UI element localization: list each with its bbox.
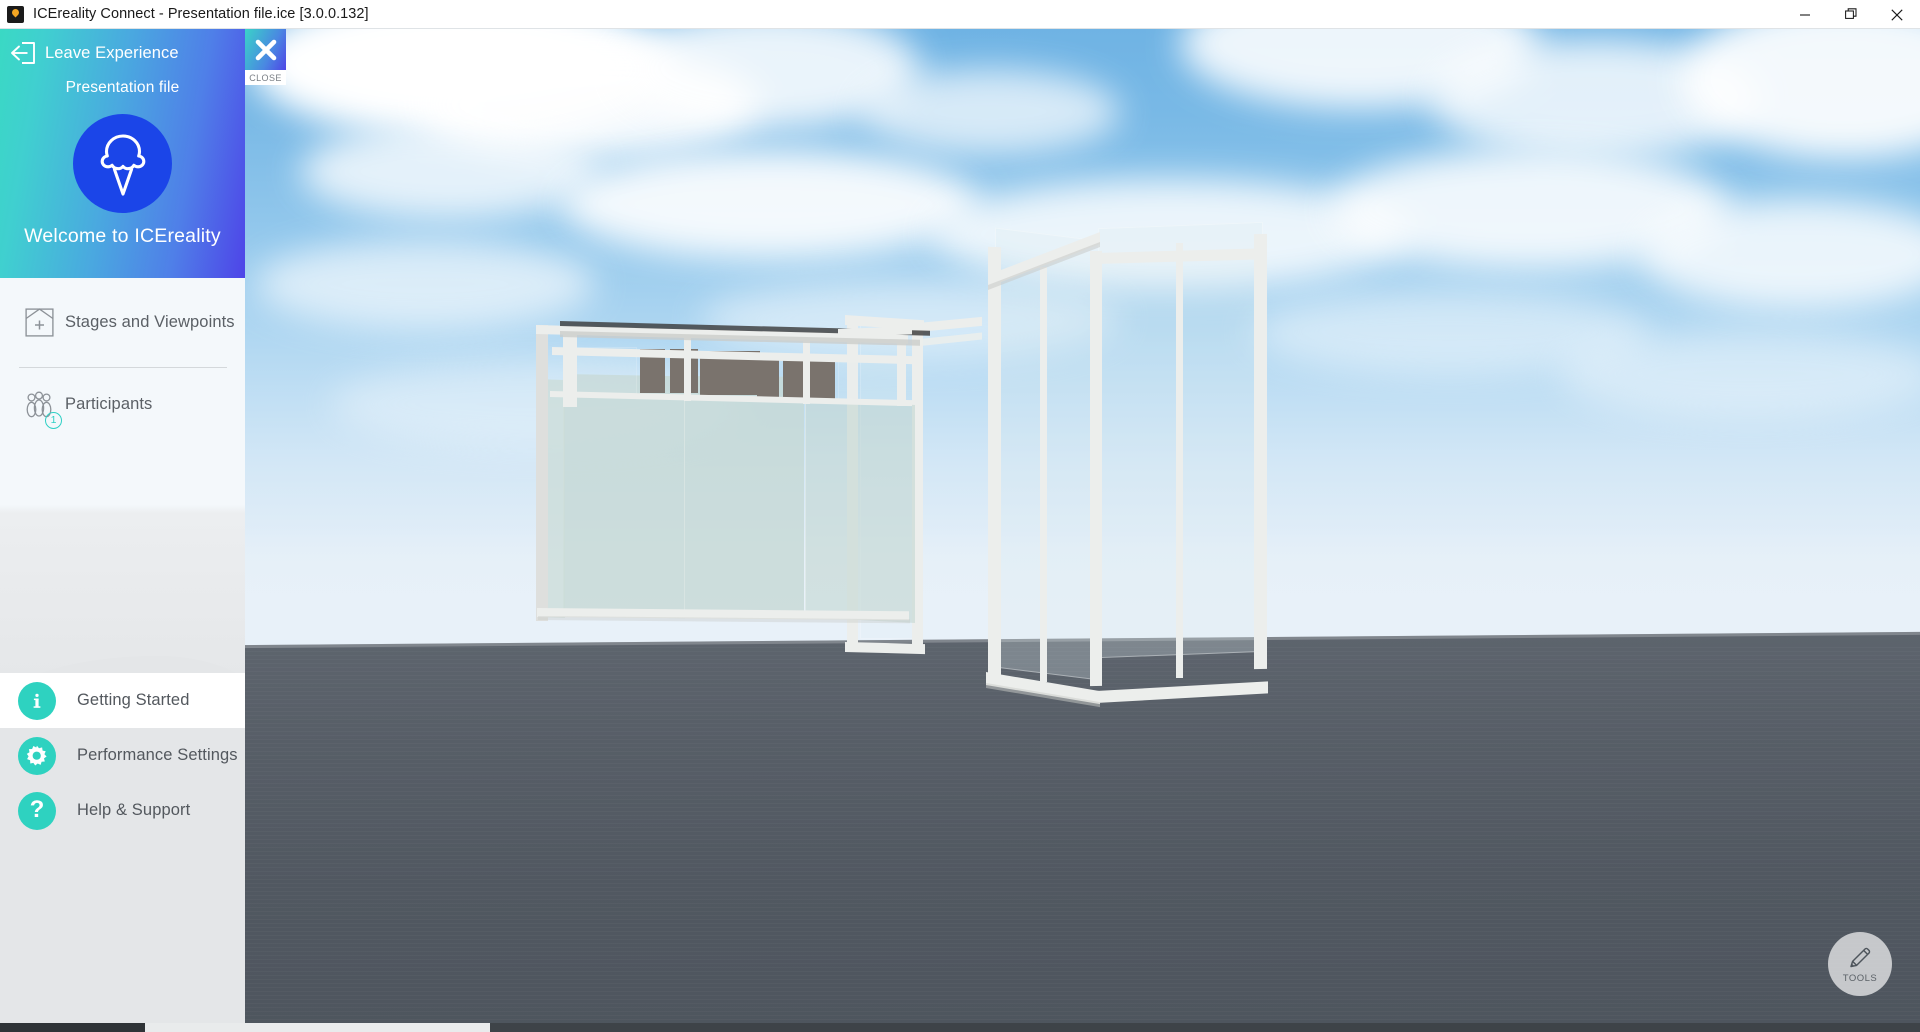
- restore-button[interactable]: [1828, 0, 1874, 29]
- question-icon: ?: [18, 791, 56, 830]
- sidebar-item-help-and-support[interactable]: ? Help & Support: [0, 783, 245, 838]
- sidebar-divider: [19, 367, 227, 368]
- info-icon: [18, 681, 56, 720]
- close-label: CLOSE: [245, 70, 286, 85]
- exit-arrow-icon: [11, 42, 35, 64]
- minimize-button[interactable]: [1782, 0, 1828, 29]
- scrollbar-track-left: [0, 1023, 145, 1032]
- leave-experience-label: Leave Experience: [45, 43, 179, 62]
- gear-icon: [18, 736, 56, 775]
- sidebar-item-label: Getting Started: [77, 691, 190, 709]
- sidebar-item-label: Help & Support: [77, 801, 191, 819]
- ground-texture: [0, 647, 1920, 1032]
- close-window-button[interactable]: [1874, 0, 1920, 29]
- cloud: [860, 69, 1120, 154]
- 3d-viewport[interactable]: TOOLS: [0, 29, 1920, 1032]
- x-icon[interactable]: [245, 29, 286, 70]
- sidebar: Leave Experience Presentation file Welco…: [0, 29, 245, 1032]
- location-pin-icon: [7, 5, 24, 23]
- stage-add-icon: [19, 303, 59, 341]
- window-controls: [1782, 0, 1920, 29]
- bottom-scrollbar[interactable]: [0, 1023, 1920, 1032]
- presentation-file-label: Presentation file: [65, 79, 180, 96]
- cloud: [560, 149, 980, 259]
- sidebar-item-label: Participants: [65, 395, 153, 413]
- sidebar-item-stages-and-viewpoints[interactable]: Stages and Viewpoints: [0, 293, 245, 351]
- window-title: ICEreality Connect - Presentation file.i…: [33, 6, 369, 22]
- cloud: [255, 239, 595, 329]
- sidebar-item-getting-started[interactable]: Getting Started: [0, 673, 245, 728]
- close-panel-widget[interactable]: CLOSE: [245, 29, 286, 85]
- cloud: [1560, 329, 1920, 419]
- leave-experience-button[interactable]: Leave Experience: [10, 35, 235, 71]
- tools-button[interactable]: TOOLS: [1828, 932, 1892, 996]
- participants-icon: 1: [19, 386, 62, 429]
- title-bar: ICEreality Connect - Presentation file.i…: [0, 0, 1920, 29]
- sidebar-item-label: Stages and Viewpoints: [65, 312, 235, 331]
- ice-cream-cone-icon: [73, 114, 172, 213]
- scrollbar-thumb[interactable]: [145, 1023, 490, 1032]
- cloud: [300, 124, 600, 219]
- sidebar-item-label: Performance Settings: [77, 746, 238, 764]
- welcome-message: Welcome to ICEreality: [24, 225, 221, 247]
- tools-label: TOOLS: [1842, 972, 1878, 984]
- sidebar-item-performance-settings[interactable]: Performance Settings: [0, 728, 245, 783]
- sidebar-item-participants[interactable]: 1 Participants: [0, 377, 245, 432]
- pencil-icon: [1850, 947, 1871, 967]
- brand-panel: Leave Experience Presentation file Welco…: [0, 29, 245, 278]
- participants-count-badge: 1: [45, 411, 62, 429]
